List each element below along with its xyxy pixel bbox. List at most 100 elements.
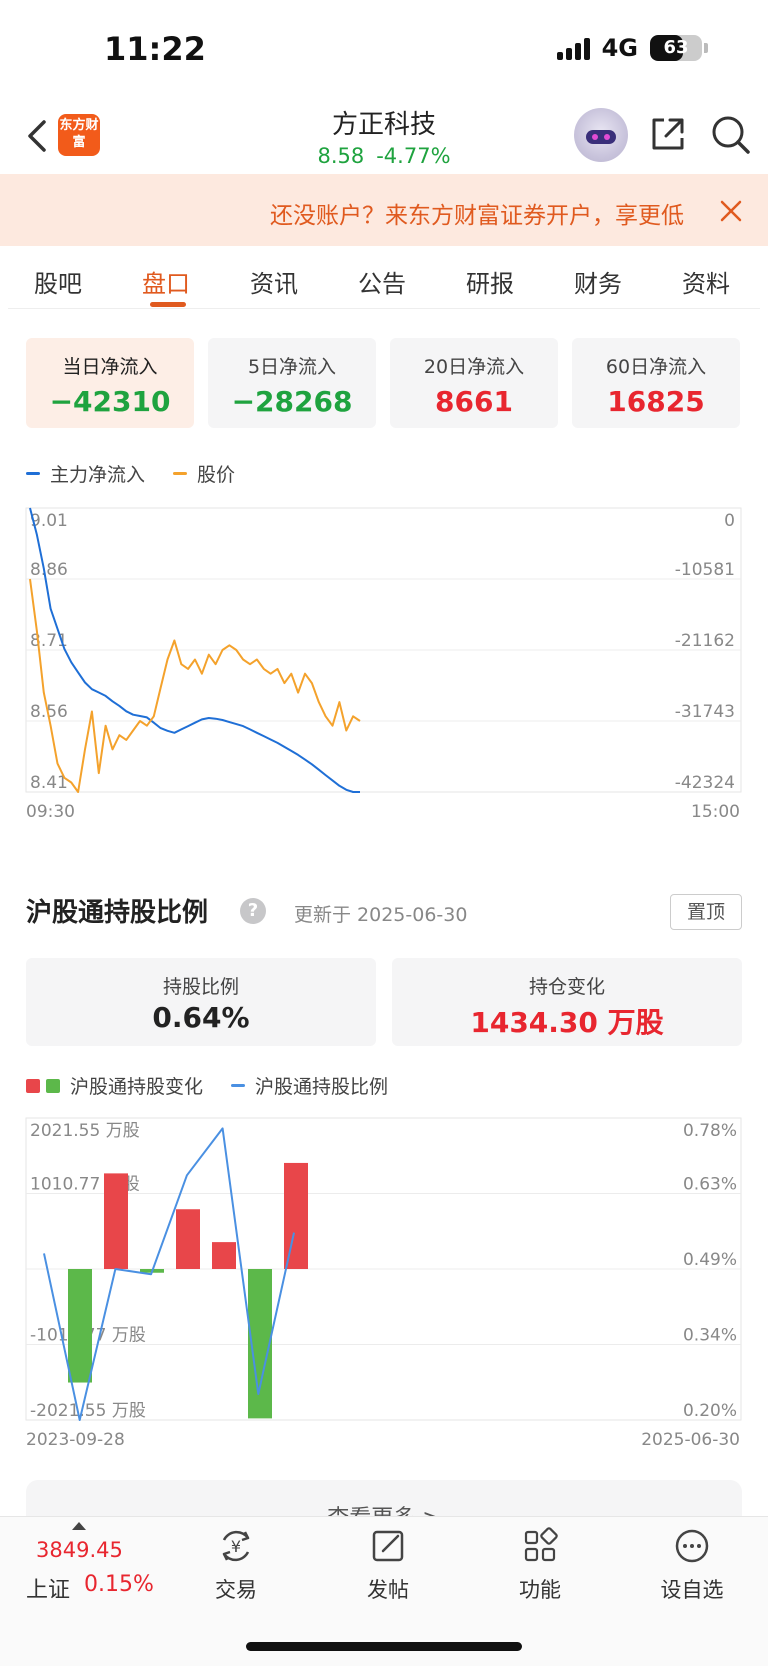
right-axis-tick: -42324	[675, 773, 735, 793]
right-axis-tick: 0	[724, 511, 735, 531]
flow-card-60d[interactable]: 60日净流入 16825	[572, 338, 740, 428]
search-icon[interactable]	[710, 114, 752, 156]
cellular-signal-icon	[556, 36, 590, 60]
legend-swatch	[26, 472, 40, 475]
compose-icon	[372, 1530, 404, 1562]
tab-research[interactable]: 研报	[466, 264, 514, 299]
holding-change-bar	[212, 1242, 236, 1269]
index-name[interactable]: 上证	[26, 1572, 70, 1604]
network-type: 4G	[601, 34, 638, 62]
apps-grid-icon	[524, 1527, 558, 1562]
share-icon[interactable]	[648, 114, 688, 154]
flow-card-value: −28268	[231, 385, 353, 418]
home-indicator	[246, 1642, 522, 1651]
assistant-avatar[interactable]	[574, 108, 628, 162]
status-indicators: 4G 63	[556, 34, 708, 62]
holding-change-bar	[68, 1269, 92, 1383]
right-axis-tick: 0.20%	[683, 1401, 737, 1421]
svg-text:¥: ¥	[231, 1537, 241, 1556]
holding-change-bar	[176, 1209, 200, 1269]
legend-swatch	[231, 1084, 246, 1087]
hsgt-ratio-card: 持股比例 0.64%	[26, 958, 376, 1046]
battery-icon: 63	[650, 35, 702, 61]
legend-label: 沪股通持股变化	[70, 1076, 204, 1098]
x-axis-end: 15:00	[691, 802, 740, 822]
expand-caret-icon[interactable]	[72, 1522, 86, 1530]
close-icon[interactable]	[718, 198, 744, 224]
flow-card-value: 16825	[607, 385, 705, 418]
legend-holding-ratio: 沪股通持股比例	[231, 1072, 388, 1099]
nav-trade[interactable]: ¥ 交易	[181, 1526, 291, 1604]
stock-price: 8.58	[317, 144, 365, 168]
intraday-flow-chart[interactable]: 9.01 08.86 -105818.71 -211628.56 -317438.41-…	[0, 500, 768, 800]
tab-news[interactable]: 资讯	[250, 264, 298, 299]
tab-guba[interactable]: 股吧	[34, 264, 82, 299]
robot-face-icon	[586, 130, 616, 144]
nav-functions[interactable]: 功能	[485, 1526, 595, 1604]
right-axis-tick: 0.49%	[683, 1250, 737, 1270]
flow-card-label: 60日净流入	[605, 356, 707, 378]
tab-profile[interactable]: 资料	[682, 264, 730, 299]
flow-card-label: 20日净流入	[423, 356, 525, 378]
legend-price: 股价	[173, 460, 235, 487]
nav-label: 发帖	[367, 1578, 409, 1602]
x-axis-start: 09:30	[26, 802, 75, 822]
legend-holding-change: 沪股通持股变化	[26, 1072, 203, 1099]
pin-to-top-button[interactable]: 置顶	[670, 894, 742, 930]
tab-finance[interactable]: 财务	[574, 264, 622, 299]
nav-post[interactable]: 发帖	[333, 1526, 443, 1604]
flow-card-5d[interactable]: 5日净流入 −28268	[208, 338, 376, 428]
legend-main-flow: 主力净流入	[26, 460, 145, 487]
status-time: 11:22	[104, 30, 206, 68]
hsgt-change-label: 持仓变化	[528, 976, 605, 998]
legend-swatch-down	[46, 1078, 60, 1093]
nav-label: 设自选	[660, 1578, 724, 1602]
flow-card-today[interactable]: 当日净流入 −42310	[26, 338, 194, 428]
flow-card-value: −42310	[49, 385, 171, 418]
flow-card-label: 当日净流入	[62, 356, 158, 378]
nav-label: 交易	[215, 1578, 257, 1602]
stock-tabs: 股吧 盘口 资讯 公告 研报 财务 资料	[0, 256, 768, 307]
x-axis-end: 2025-06-30	[641, 1430, 740, 1450]
index-change[interactable]: 0.15%	[84, 1572, 154, 1597]
nav-add-watchlist[interactable]: 设自选	[637, 1526, 747, 1604]
help-icon[interactable]: ?	[240, 898, 266, 924]
holding-change-bar	[104, 1173, 128, 1269]
hsgt-updated-date: 更新于 2025-06-30	[294, 904, 468, 926]
stock-change-pct: -4.77%	[376, 144, 451, 168]
trade-yen-icon: ¥	[222, 1530, 250, 1562]
hsgt-change-card: 持仓变化 1434.30 万股	[392, 958, 742, 1046]
tab-announcements[interactable]: 公告	[358, 264, 406, 299]
nav-label: 功能	[519, 1578, 561, 1602]
index-value[interactable]: 3849.45	[36, 1538, 123, 1562]
battery-level: 63	[663, 37, 689, 58]
right-axis-tick: -10581	[675, 560, 735, 580]
left-axis-tick: 8.41	[30, 773, 68, 793]
left-axis-tick: 8.86	[30, 560, 68, 580]
legend-label: 沪股通持股比例	[255, 1076, 389, 1098]
more-dots-icon	[675, 1529, 709, 1563]
flow-card-label: 5日净流入	[247, 356, 337, 378]
right-axis-tick: 0.34%	[683, 1326, 737, 1346]
battery-tip	[704, 43, 708, 53]
hsgt-ratio-label: 持股比例	[162, 976, 239, 998]
legend-label: 主力净流入	[50, 464, 146, 486]
right-axis-tick: 0.78%	[683, 1121, 737, 1141]
hsgt-chart-legend: 沪股通持股变化 沪股通持股比例	[26, 1072, 388, 1099]
price-line	[29, 578, 361, 793]
holding-change-bar	[284, 1162, 308, 1269]
left-axis-tick: 2021.55 万股	[30, 1121, 140, 1141]
hsgt-change-value: 1434.30 万股	[470, 1006, 664, 1039]
left-axis-tick: -2021.55 万股	[30, 1401, 146, 1421]
active-tab-indicator	[150, 302, 186, 307]
hsgt-holding-chart[interactable]: 0.78%0.63%0.49%0.34%0.20%2021.55 万股1010.…	[0, 1100, 768, 1430]
x-axis-start: 2023-09-28	[26, 1430, 125, 1450]
hsgt-section-title: 沪股通持股比例	[26, 898, 209, 928]
flow-card-20d[interactable]: 20日净流入 8661	[390, 338, 558, 428]
flow-chart-legend: 主力净流入 股价	[26, 460, 235, 487]
legend-label: 股价	[197, 464, 236, 486]
tab-pankou[interactable]: 盘口	[142, 264, 190, 299]
hsgt-ratio-value: 0.64%	[152, 1001, 250, 1034]
promo-text[interactable]: 还没账户？来东方财富证券开户，享更低	[270, 196, 684, 230]
right-axis-tick: -21162	[675, 631, 735, 651]
